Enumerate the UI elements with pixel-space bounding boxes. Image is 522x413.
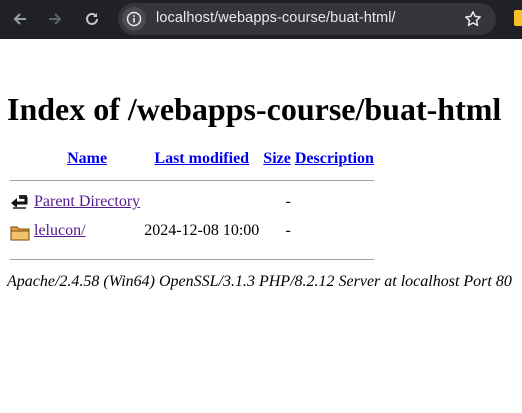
header-icon-cell [9, 149, 31, 169]
header-last-modified[interactable]: Last modified [143, 149, 260, 169]
sort-by-date-link[interactable]: Last modified [154, 150, 249, 167]
site-info-icon [126, 11, 142, 27]
row-icon-cell [9, 192, 31, 219]
sort-by-description-link[interactable]: Description [295, 150, 374, 167]
bookmark-button[interactable] [464, 10, 482, 33]
back-button[interactable] [5, 4, 35, 34]
separator-row [9, 171, 375, 190]
parent-directory-link[interactable]: Parent Directory [34, 193, 140, 210]
reload-button[interactable] [77, 4, 107, 34]
separator-row [9, 250, 375, 269]
header-row: Name Last modified Size Description [9, 149, 375, 169]
row-name-cell: lelucon/ [33, 221, 141, 248]
browser-toolbar: localhost/webapps-course/buat-html/ [0, 0, 522, 39]
directory-listing: Name Last modified Size Description Pare… [7, 147, 377, 271]
row-icon-cell [9, 221, 31, 248]
page-title: Index of /webapps-course/buat-html [7, 91, 502, 127]
row-description-cell [294, 192, 375, 219]
reload-icon [86, 12, 98, 25]
table-row: Parent Directory - [9, 192, 375, 219]
row-date-cell [143, 192, 260, 219]
address-bar[interactable]: localhost/webapps-course/buat-html/ [118, 3, 496, 35]
divider [10, 259, 374, 260]
row-size-cell: - [285, 193, 291, 210]
back-folder-icon [11, 195, 28, 209]
header-size[interactable]: Size [262, 149, 292, 169]
server-signature: Apache/2.4.58 (Win64) OpenSSL/3.1.3 PHP/… [7, 273, 512, 290]
sort-by-name-link[interactable]: Name [67, 150, 107, 167]
arrow-left-icon [13, 13, 26, 25]
folder-icon [10, 226, 30, 241]
row-date-cell: 2024-12-08 10:00 [144, 222, 260, 239]
header-name[interactable]: Name [33, 149, 141, 169]
row-description-cell [294, 221, 375, 248]
divider [10, 180, 374, 181]
star-icon [465, 11, 481, 27]
folder-link-lelucon[interactable]: lelucon/ [34, 222, 86, 239]
row-name-cell: Parent Directory [33, 192, 141, 219]
row-size-cell: - [285, 222, 291, 239]
header-description[interactable]: Description [294, 149, 375, 169]
url-text[interactable]: localhost/webapps-course/buat-html/ [156, 10, 396, 26]
site-info-button[interactable] [122, 7, 146, 31]
arrow-right-icon [49, 13, 62, 25]
table-row: lelucon/ 2024-12-08 10:00 - [9, 221, 375, 248]
sort-by-size-link[interactable]: Size [263, 150, 291, 167]
forward-button[interactable] [40, 4, 70, 34]
extension-icon[interactable] [514, 10, 522, 26]
